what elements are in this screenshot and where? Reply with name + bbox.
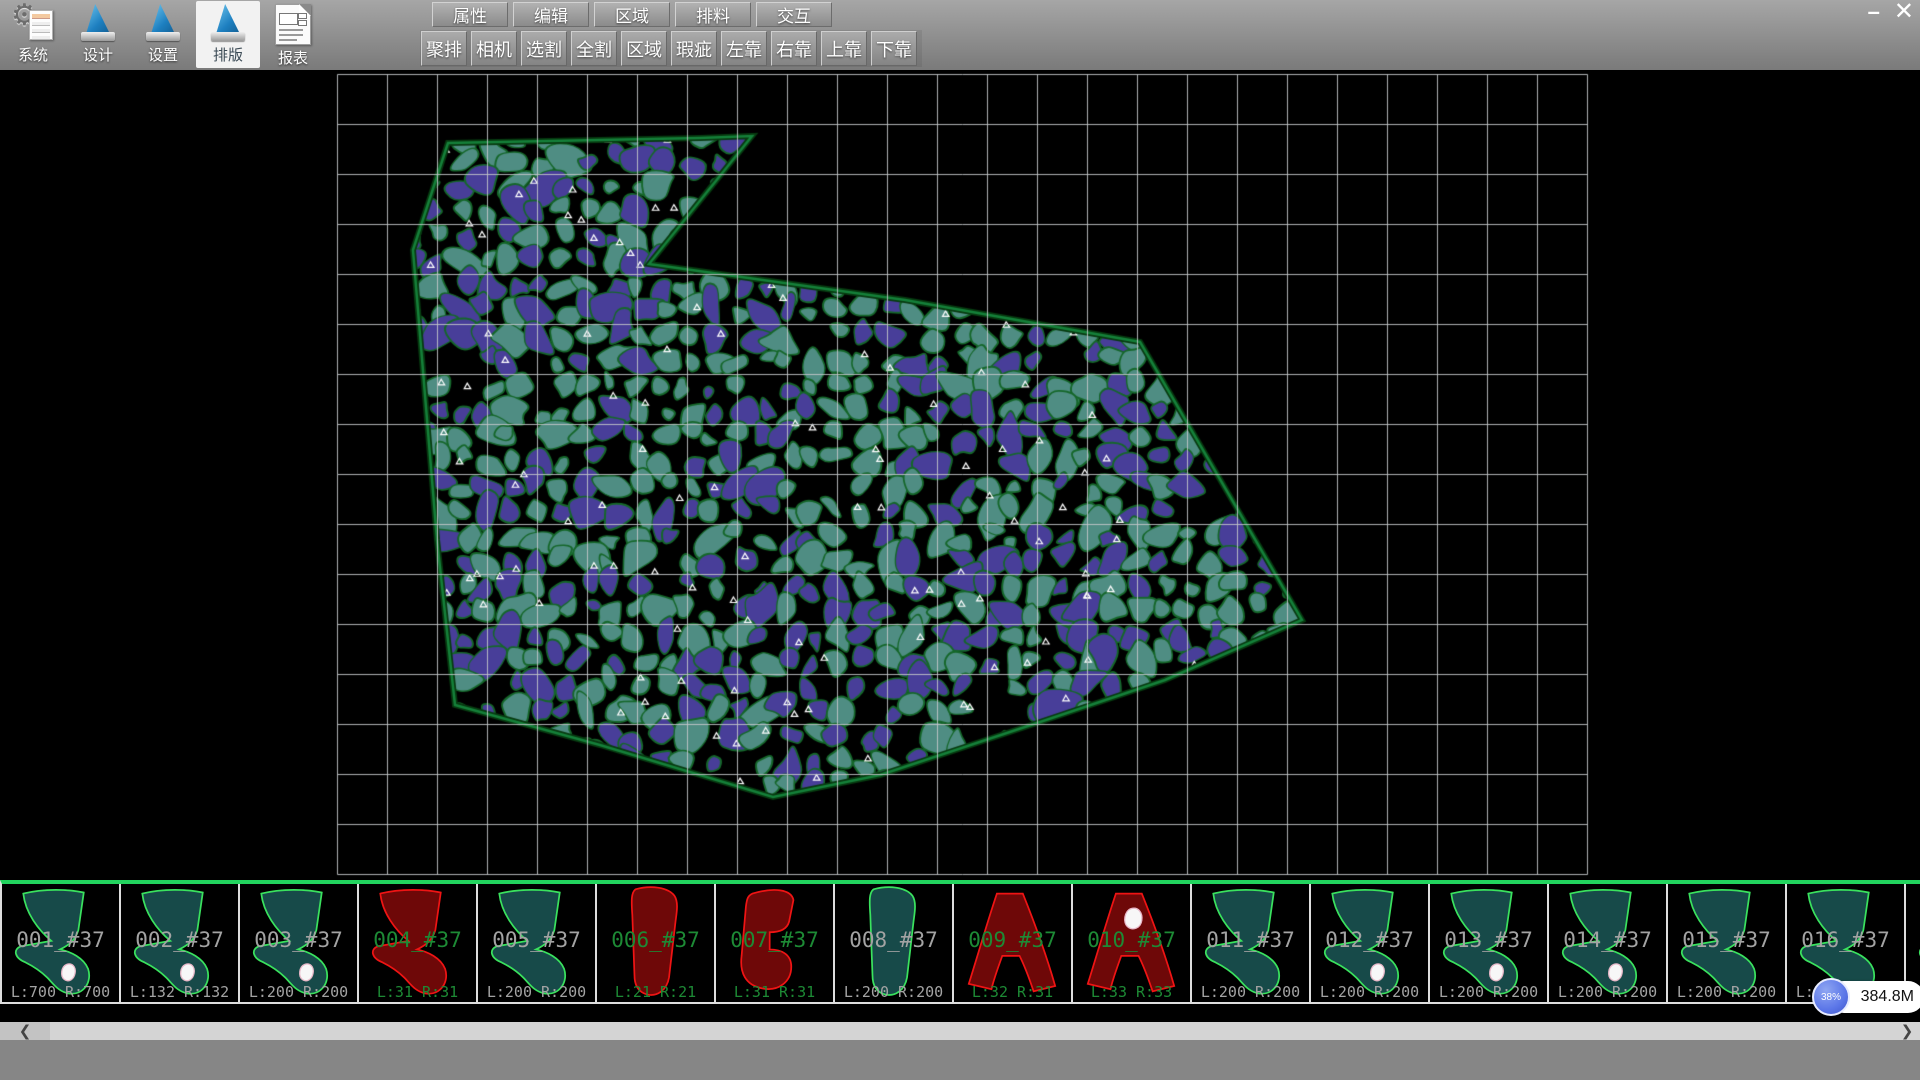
tool-button-下靠[interactable]: 下靠 (871, 31, 917, 66)
app-button-排版[interactable]: 排版 (196, 1, 260, 68)
thumbnail-cell[interactable]: 013_#37 L:200 R:200 (1430, 884, 1549, 1002)
app-label: 设置 (148, 44, 178, 65)
thumbnail-quantity: L:32 R:31 (954, 983, 1071, 1001)
ruler-icon (146, 4, 180, 42)
thumbnail-cell[interactable]: 011_#37 L:200 R:200 (1192, 884, 1311, 1002)
thumbnail-quantity: L:200 R:200 (835, 983, 952, 1001)
close-icon[interactable]: ✕ (1894, 2, 1914, 22)
thumbnail-title: 010_#37 (1073, 928, 1190, 952)
thumbnail-cell[interactable]: 008_#37 L:200 R:200 (835, 884, 954, 1002)
menu-row: 属性编辑区域排料交互 (432, 2, 837, 27)
tool-button-全割[interactable]: 全割 (571, 31, 617, 66)
window-controls: – ✕ (1854, 2, 1914, 22)
gear-notebook-icon: ⚙ (13, 4, 53, 42)
thumbnail-title: 003_#37 (240, 928, 357, 952)
app-button-设置[interactable]: 设置 (131, 1, 195, 68)
app-label: 系统 (18, 44, 48, 65)
tool-button-瑕疵[interactable]: 瑕疵 (671, 31, 717, 66)
tool-button-区域[interactable]: 区域 (621, 31, 667, 66)
thumbnail-quantity: L:200 R:200 (478, 983, 595, 1001)
thumbnail-title: 013_#37 (1430, 928, 1547, 952)
app-label: 报表 (278, 47, 308, 68)
thumbnail-title: 005_#37 (478, 928, 595, 952)
thumbnail-quantity: L:200 R:200 (1430, 983, 1547, 1001)
thumbnail-title: 004_#37 (359, 928, 476, 952)
thumbnail-cell[interactable]: 015_#37 L:200 R:200 (1668, 884, 1787, 1002)
piece-thumbnail-strip: 001_#37L:700 R:700002_#37L:132 R:132003_… (0, 880, 1920, 1004)
thumbnail-quantity: L:21 R:21 (597, 983, 714, 1001)
menu-button-属性[interactable]: 属性 (432, 2, 508, 27)
thumbnail-title: 008_#37 (835, 928, 952, 952)
horizontal-scrollbar[interactable]: ❮ ❯ (0, 1022, 1920, 1040)
thumbnail-title: 015_#37 (1668, 928, 1785, 952)
thumbnail-quantity: L:33 R:33 (1073, 983, 1190, 1001)
scroll-left-icon[interactable]: ❮ (0, 1022, 50, 1040)
nesting-canvas[interactable] (0, 70, 1920, 880)
memory-percent-indicator: 38% (1812, 978, 1850, 1016)
thumbnail-quantity: L:31 R:31 (716, 983, 833, 1001)
memory-status-badge: 384.8M 38% (1812, 978, 1850, 1016)
minimize-icon[interactable]: – (1868, 2, 1880, 22)
thumbnail-title: 001_#37 (2, 928, 119, 952)
app-switcher: ⚙系统设计设置排版报表 (0, 0, 325, 70)
thumbnail-title: 007_#37 (716, 928, 833, 952)
app-label: 设计 (83, 44, 113, 65)
tool-button-左靠[interactable]: 左靠 (721, 31, 767, 66)
thumbnail-cell[interactable]: 001_#37 L:700 R:700 (2, 884, 121, 1002)
thumbnail-title: 012_#37 (1311, 928, 1428, 952)
app-button-系统[interactable]: ⚙系统 (1, 1, 65, 68)
thumbnail-quantity: L:31 R:31 (359, 983, 476, 1001)
tool-button-右靠[interactable]: 右靠 (771, 31, 817, 66)
ruler-icon (211, 4, 245, 42)
thumbnail-quantity: L:132 R:132 (121, 983, 238, 1001)
application-window: ⚙系统设计设置排版报表 属性编辑区域排料交互 聚排相机选割全割区域瑕疵左靠右靠上… (0, 0, 1920, 1080)
thumbnail-title: 014_#37 (1549, 928, 1666, 952)
app-label: 排版 (213, 44, 243, 65)
app-button-设计[interactable]: 设计 (66, 1, 130, 68)
thumbnail-quantity: L:200 R:200 (1549, 983, 1666, 1001)
menu-button-编辑[interactable]: 编辑 (513, 2, 589, 27)
thumbnail-cell[interactable]: 007_#37 L:31 R:31 (716, 884, 835, 1002)
thumbnail-title: 0 (1906, 928, 1920, 952)
thumbnail-title: 006_#37 (597, 928, 714, 952)
report-icon (275, 4, 311, 45)
thumbnail-quantity: L:200 R:200 (1311, 983, 1428, 1001)
thumbnail-cell[interactable]: 010_#37 L:33 R:33 (1073, 884, 1192, 1002)
thumbnail-cell[interactable]: 014_#37 L:200 R:200 (1549, 884, 1668, 1002)
thumbnail-title: 002_#37 (121, 928, 238, 952)
status-bar (0, 1040, 1920, 1080)
app-button-报表[interactable]: 报表 (261, 1, 325, 68)
thumbnail-cell[interactable]: 002_#37 L:132 R:132 (121, 884, 240, 1002)
thumbnail-quantity: L:200 R:200 (240, 983, 357, 1001)
scroll-right-icon[interactable]: ❯ (1894, 1022, 1920, 1040)
menu-button-排料[interactable]: 排料 (675, 2, 751, 27)
thumbnail-cell[interactable]: 006_#37 L:21 R:21 (597, 884, 716, 1002)
thumbnail-cell[interactable]: 004_#37 L:31 R:31 (359, 884, 478, 1002)
thumbnail-quantity: L:200 R:200 (1668, 983, 1785, 1001)
thumbnail-cell[interactable]: 009_#37 L:32 R:31 (954, 884, 1073, 1002)
thumbnail-title: 011_#37 (1192, 928, 1309, 952)
menu-button-区域[interactable]: 区域 (594, 2, 670, 27)
thumbnail-title: 016_#37 (1787, 928, 1904, 952)
thumbnail-title: 009_#37 (954, 928, 1071, 952)
ruler-icon (81, 4, 115, 42)
thumbnail-cell[interactable]: 005_#37 L:200 R:200 (478, 884, 597, 1002)
tool-button-选割[interactable]: 选割 (521, 31, 567, 66)
tool-button-聚排[interactable]: 聚排 (421, 31, 467, 66)
ribbon-toolbar: ⚙系统设计设置排版报表 属性编辑区域排料交互 聚排相机选割全割区域瑕疵左靠右靠上… (0, 0, 1920, 71)
thumbnail-quantity: L:200 R:200 (1192, 983, 1309, 1001)
tools-row: 聚排相机选割全割区域瑕疵左靠右靠上靠下靠 (420, 30, 922, 67)
thumbnail-cell[interactable]: 003_#37 L:200 R:200 (240, 884, 359, 1002)
thumbnail-quantity: L:700 R:700 (2, 983, 119, 1001)
thumbnail-cell[interactable]: 012_#37 L:200 R:200 (1311, 884, 1430, 1002)
menu-button-交互[interactable]: 交互 (756, 2, 832, 27)
tool-button-相机[interactable]: 相机 (471, 31, 517, 66)
tool-button-上靠[interactable]: 上靠 (821, 31, 867, 66)
